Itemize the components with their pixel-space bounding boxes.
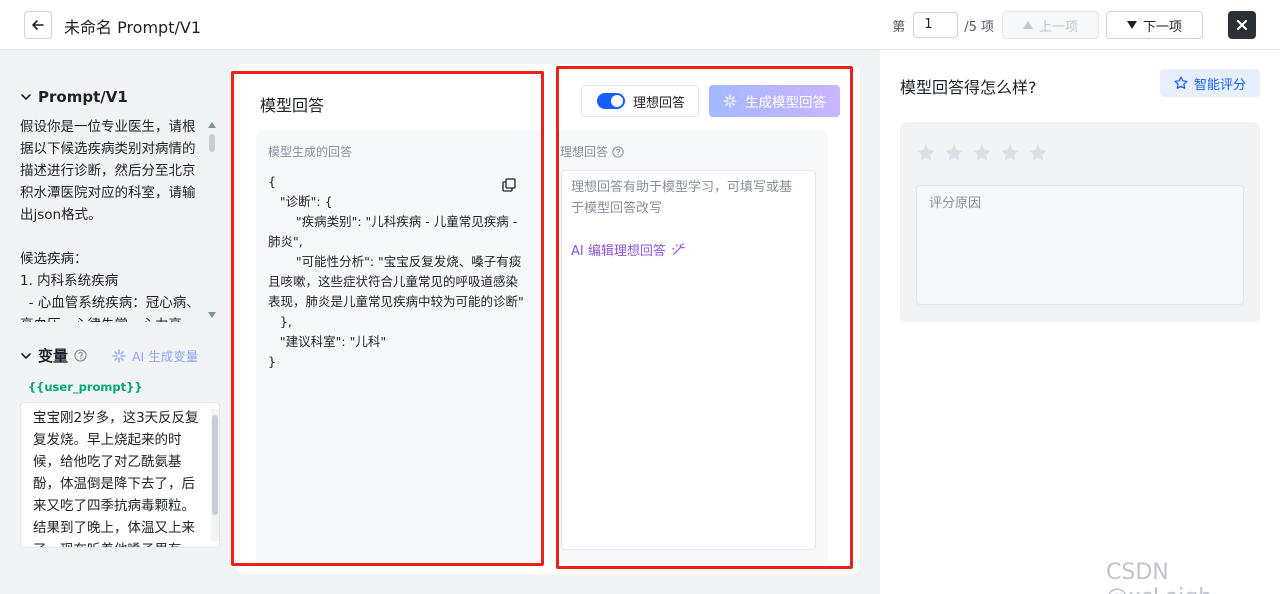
page-title: 未命名 Prompt/V1 (64, 18, 202, 37)
pager: 第 1 /5 项 (892, 12, 994, 38)
prompt-scrollbar[interactable] (208, 120, 216, 320)
top-bar: 未命名 Prompt/V1 第 1 /5 项 上一项 下一项 (0, 0, 1280, 50)
smart-rating-label: 智能评分 (1193, 77, 1246, 93)
ai-generate-label: AI 生成变量 (132, 349, 199, 364)
pager-prefix: 第 (892, 19, 906, 35)
variable-tag: {{user_prompt}} (28, 380, 143, 394)
variable-value-text: 宝宝刚2岁多，这3天反反复复发烧。早上烧起来的时候，给他吃了对乙酰氨基酚，体温倒… (33, 410, 199, 547)
variables-heading: 变量 (38, 347, 69, 365)
triangle-up-icon (1022, 21, 1033, 29)
star-outline-icon (1174, 76, 1188, 89)
smart-rating-button[interactable]: 智能评分 (1160, 69, 1260, 97)
star-icon[interactable] (944, 143, 964, 163)
prev-item-label: 上一项 (1038, 19, 1078, 35)
prev-item-button[interactable]: 上一项 (1002, 11, 1099, 39)
prompt-scroll-thumb[interactable] (209, 134, 215, 152)
help-circle-icon (74, 349, 87, 362)
star-icon[interactable] (972, 143, 992, 163)
variables-section-header[interactable]: 变量 (20, 345, 87, 366)
star-icon[interactable] (916, 143, 936, 163)
rating-question: 模型回答得怎么样? (900, 78, 1037, 97)
highlight-frame-model-response (231, 71, 544, 566)
sparkle-icon (112, 348, 126, 363)
watermark: CSDN @xcLeigh (1106, 560, 1212, 594)
star-rating[interactable] (916, 143, 1048, 163)
next-item-label: 下一项 (1142, 19, 1182, 35)
prompt-content[interactable]: 假设你是一位专业医生，请根据以下候选疾病类别对病情的描述进行诊断，然后分至北京积… (20, 116, 208, 322)
variable-scroll-thumb[interactable] (212, 415, 218, 515)
triangle-down-icon (1126, 21, 1137, 29)
next-item-button[interactable]: 下一项 (1106, 11, 1203, 39)
star-icon[interactable] (1000, 143, 1020, 163)
scroll-up-icon (208, 122, 216, 128)
scroll-down-icon (208, 312, 216, 318)
back-button[interactable] (24, 11, 52, 39)
chevron-down-icon (21, 94, 31, 101)
star-icon[interactable] (1028, 143, 1048, 163)
ai-generate-variable-button[interactable]: AI 生成变量 (112, 346, 198, 365)
close-button[interactable] (1228, 11, 1256, 39)
arrow-left-icon (32, 20, 44, 30)
close-icon (1237, 20, 1247, 30)
variable-scrollbar[interactable] (211, 409, 219, 541)
variable-value-textarea[interactable]: 宝宝刚2岁多，这3天反反复复发烧。早上烧起来的时候，给他吃了对乙酰氨基酚，体温倒… (20, 402, 220, 548)
pager-total: /5 项 (964, 19, 994, 35)
prompt-heading: Prompt/V1 (38, 88, 128, 106)
highlight-frame-ideal-answer (556, 66, 853, 569)
rating-reason-placeholder: 评分原因 (929, 196, 982, 211)
page-number-input[interactable]: 1 (913, 12, 959, 38)
prompt-section-header[interactable]: Prompt/V1 (20, 88, 128, 106)
chevron-down-icon (21, 352, 31, 359)
